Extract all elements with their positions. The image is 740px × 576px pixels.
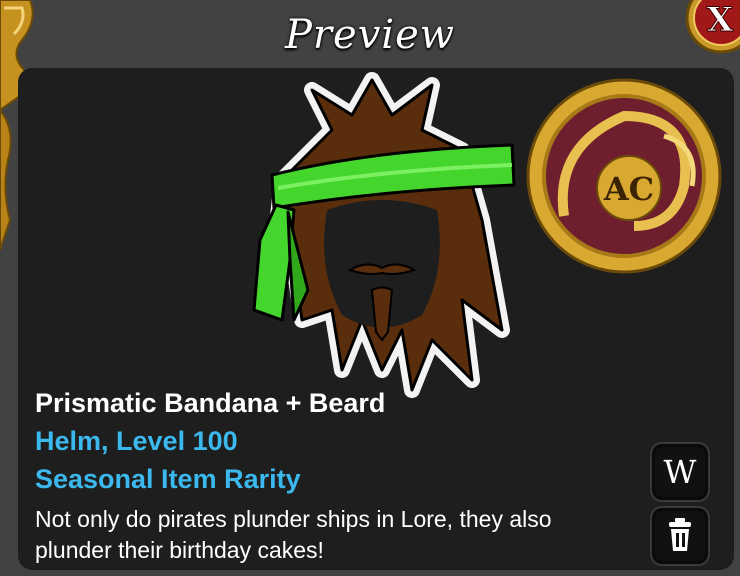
delete-button[interactable]	[652, 508, 708, 564]
helm-preview-image	[252, 72, 516, 398]
preview-window: Preview X AC Prismatic Bandana + Beard H…	[0, 0, 740, 576]
close-label: X	[707, 0, 734, 40]
close-button[interactable]: X	[683, 0, 740, 56]
wiki-button[interactable]: W	[652, 444, 708, 500]
wiki-icon: W	[663, 453, 697, 491]
title-bar: Preview	[0, 0, 740, 68]
close-icon: X	[685, 0, 740, 54]
item-rarity: Seasonal Item Rarity	[35, 464, 301, 494]
coin-label: AC	[603, 170, 654, 208]
window-title: Preview	[284, 12, 455, 58]
item-name: Prismatic Bandana + Beard	[35, 388, 386, 418]
trash-icon	[669, 518, 691, 551]
item-type-level: Helm, Level 100	[35, 426, 238, 456]
ac-coin-icon: AC	[526, 78, 722, 274]
item-description: Not only do pirates plunder ships in Lor…	[35, 506, 552, 563]
